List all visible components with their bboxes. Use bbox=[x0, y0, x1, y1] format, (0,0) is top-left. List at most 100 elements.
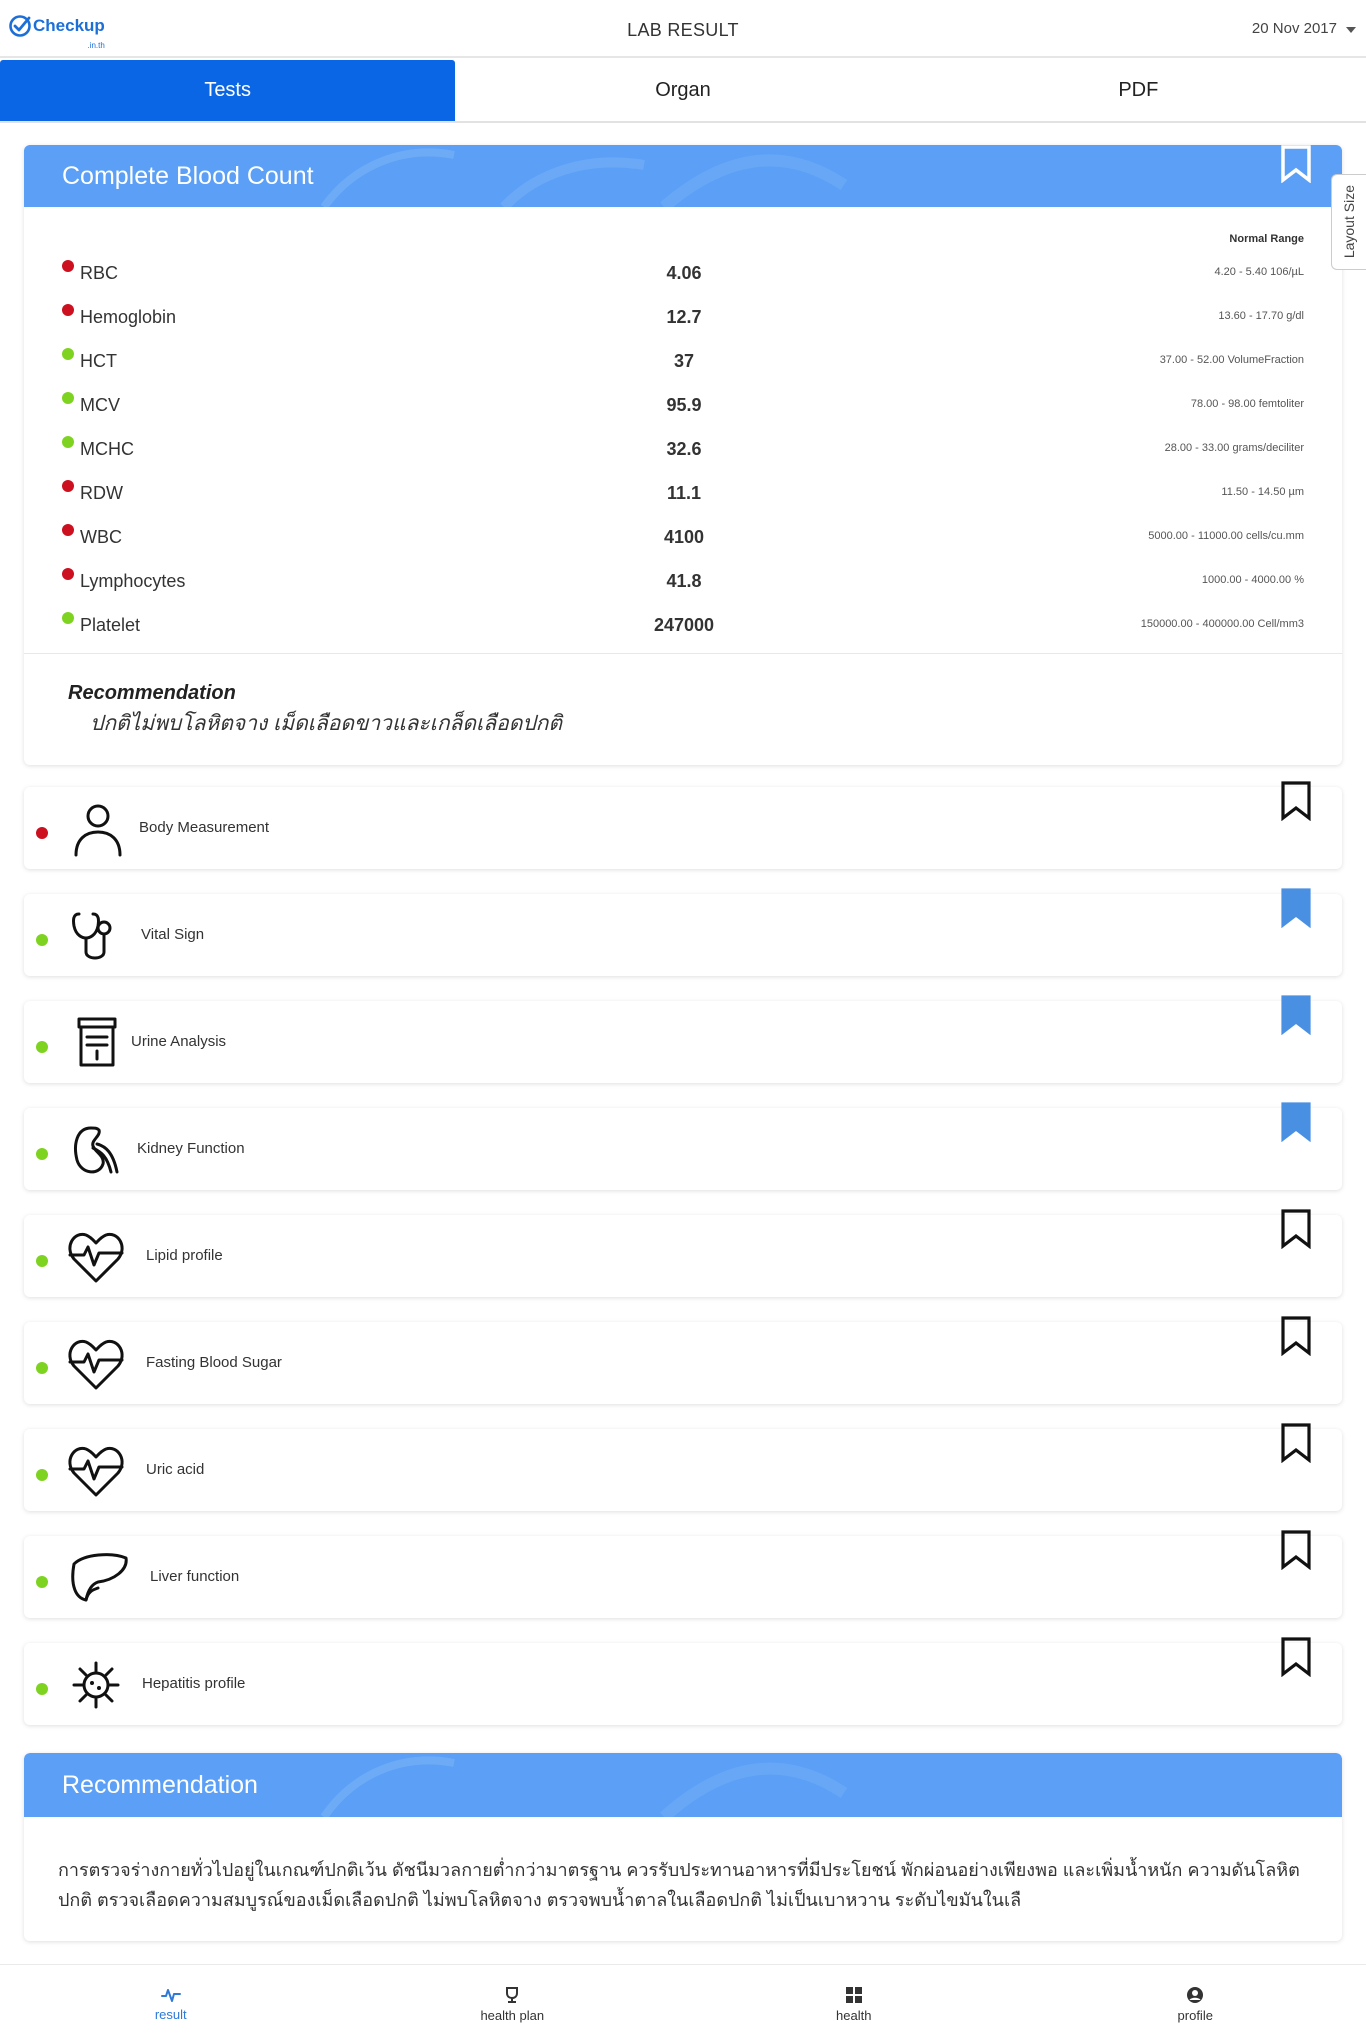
nav-health-plan[interactable]: health plan bbox=[342, 1965, 684, 2044]
section-vital-sign[interactable]: Vital Sign bbox=[24, 888, 1342, 976]
tab-organ[interactable]: Organ bbox=[455, 60, 910, 121]
tab-tests[interactable]: Tests bbox=[0, 60, 456, 121]
virus-icon bbox=[68, 1657, 124, 1718]
status-dot bbox=[62, 480, 74, 492]
caret-down-icon bbox=[1346, 26, 1356, 33]
section-label: Vital Sign bbox=[141, 926, 205, 943]
test-value: 95.9 bbox=[666, 395, 702, 415]
section-lipid-profile[interactable]: Lipid profile bbox=[24, 1209, 1342, 1297]
test-value: 4100 bbox=[663, 527, 705, 547]
section-label: Hepatitis profile bbox=[142, 1675, 246, 1692]
test-name: MCHC bbox=[80, 439, 134, 459]
section-label: Urine Analysis bbox=[131, 1033, 227, 1050]
nav-profile-label: profile bbox=[1177, 2008, 1213, 2023]
section-kidney-function[interactable]: Kidney Function bbox=[24, 1102, 1342, 1190]
test-name: RBC bbox=[80, 263, 119, 283]
normal-range: 11.50 - 14.50 µm bbox=[1221, 486, 1304, 498]
person-icon bbox=[71, 801, 125, 862]
grid-icon bbox=[845, 1987, 862, 2003]
status-dot bbox=[62, 436, 74, 448]
status-dot bbox=[62, 260, 74, 272]
pulse-icon bbox=[160, 1989, 181, 2002]
nav-profile[interactable]: profile bbox=[1025, 1965, 1366, 2044]
nav-result-label: result bbox=[154, 2007, 187, 2022]
layout-size-tab[interactable]: Layout Size bbox=[1331, 174, 1366, 270]
status-dot bbox=[62, 612, 74, 624]
test-name: Platelet bbox=[80, 615, 141, 635]
test-name: MCV bbox=[80, 395, 120, 415]
result-row: MCV 95.9 78.00 - 98.00 femtoliter bbox=[62, 381, 1304, 425]
bookmark-icon[interactable] bbox=[1280, 1637, 1312, 1677]
trophy-icon bbox=[506, 1987, 519, 2003]
date-label: 20 Nov 2017 bbox=[1251, 20, 1337, 37]
user-circle-icon bbox=[1187, 1987, 1204, 2003]
nav-health-label: health bbox=[836, 2008, 872, 2023]
test-value: 247000 bbox=[653, 615, 715, 635]
normal-range: 1000.00 - 4000.00 % bbox=[1201, 574, 1304, 586]
heart-pulse-icon bbox=[66, 1229, 126, 1290]
bookmark-icon[interactable] bbox=[1280, 145, 1312, 183]
section-body-measurement[interactable]: Body Measurement bbox=[24, 781, 1342, 869]
section-label: Kidney Function bbox=[137, 1140, 245, 1157]
cbc-recommendation: Recommendation ปกติไม่พบโลหิตจาง เม็ดเลื… bbox=[24, 653, 1342, 764]
normal-range: 4.20 - 5.40 106/µL bbox=[1214, 266, 1304, 278]
date-selector[interactable]: 20 Nov 2017 bbox=[1252, 20, 1356, 37]
result-row: MCHC 32.6 28.00 - 33.00 grams/deciliter bbox=[62, 425, 1304, 469]
status-dot bbox=[36, 1255, 48, 1267]
status-dot bbox=[62, 392, 74, 404]
test-value: 11.1 bbox=[666, 483, 702, 503]
tab-bar: Tests Organ PDF bbox=[0, 60, 1366, 123]
heart-pulse-icon bbox=[66, 1443, 126, 1504]
normal-range: 28.00 - 33.00 grams/deciliter bbox=[1164, 442, 1304, 454]
bookmark-icon[interactable] bbox=[1280, 1102, 1312, 1142]
bookmark-icon[interactable] bbox=[1280, 888, 1312, 928]
recommendation-title: Recommendation bbox=[62, 1770, 258, 1799]
cbc-card-header: Complete Blood Count bbox=[24, 145, 1342, 207]
bookmark-icon[interactable] bbox=[1280, 995, 1312, 1035]
status-dot bbox=[36, 1148, 48, 1160]
cbc-card: Complete Blood Count Normal Range RBC 4.0… bbox=[24, 145, 1342, 765]
normal-range: 37.00 - 52.00 VolumeFraction bbox=[1159, 354, 1304, 366]
section-uric-acid[interactable]: Uric acid bbox=[24, 1423, 1342, 1511]
section-label: Fasting Blood Sugar bbox=[146, 1354, 282, 1371]
layout-size-label: Layout Size bbox=[1341, 185, 1357, 259]
test-name: HCT bbox=[80, 351, 117, 371]
section-label: Body Measurement bbox=[139, 819, 270, 836]
nav-result[interactable]: result bbox=[0, 1965, 342, 2044]
test-value: 4.06 bbox=[666, 263, 702, 283]
normal-range: 13.60 - 17.70 g/dl bbox=[1218, 310, 1304, 322]
status-dot bbox=[36, 1683, 48, 1695]
section-urine-analysis[interactable]: Urine Analysis bbox=[24, 995, 1342, 1083]
test-value: 12.7 bbox=[666, 307, 702, 327]
recommendation-text: การตรวจร่างกายทั่วไปอยู่ในเกณฑ์ปกติเว้น … bbox=[58, 1860, 1300, 1910]
nav-health[interactable]: health bbox=[683, 1965, 1025, 2044]
section-liver-function[interactable]: Liver function bbox=[24, 1530, 1342, 1618]
status-dot bbox=[36, 1362, 48, 1374]
test-name: RDW bbox=[80, 483, 123, 503]
section-label: Liver function bbox=[150, 1568, 240, 1585]
normal-range: 150000.00 - 400000.00 Cell/mm3 bbox=[1140, 618, 1304, 630]
bookmark-icon[interactable] bbox=[1280, 1316, 1312, 1356]
cbc-recommendation-title: Recommendation bbox=[68, 682, 236, 704]
section-hepatitis-profile[interactable]: Hepatitis profile bbox=[24, 1637, 1342, 1725]
status-dot bbox=[36, 1576, 48, 1588]
bookmark-icon[interactable] bbox=[1280, 781, 1312, 821]
tab-pdf[interactable]: PDF bbox=[911, 60, 1366, 121]
test-value: 41.8 bbox=[666, 571, 702, 591]
section-fasting-blood-sugar[interactable]: Fasting Blood Sugar bbox=[24, 1316, 1342, 1404]
cbc-rows: RBC 4.06 4.20 - 5.40 106/µL Hemoglobin 12.7 1… bbox=[62, 249, 1304, 645]
result-row: Platelet 247000 150000.00 - 400000.00 Cell… bbox=[62, 601, 1304, 645]
bookmark-icon[interactable] bbox=[1280, 1530, 1312, 1570]
test-name: WBC bbox=[80, 527, 122, 547]
status-dot bbox=[62, 568, 74, 580]
bookmark-icon[interactable] bbox=[1280, 1423, 1312, 1463]
section-label: Lipid profile bbox=[146, 1247, 223, 1264]
result-row: RDW 11.1 11.50 - 14.50 µm bbox=[62, 469, 1304, 513]
app-header: Checkup .in.th LAB RESULT 20 Nov 2017 bbox=[0, 0, 1366, 58]
normal-range: 5000.00 - 11000.00 cells/cu.mm bbox=[1148, 530, 1304, 542]
result-row: WBC 4100 5000.00 - 11000.00 cells/cu.mm bbox=[62, 513, 1304, 557]
status-dot bbox=[36, 827, 48, 839]
normal-range: 78.00 - 98.00 femtoliter bbox=[1190, 398, 1304, 410]
bookmark-icon[interactable] bbox=[1280, 1209, 1312, 1249]
section-label: Uric acid bbox=[146, 1461, 205, 1478]
